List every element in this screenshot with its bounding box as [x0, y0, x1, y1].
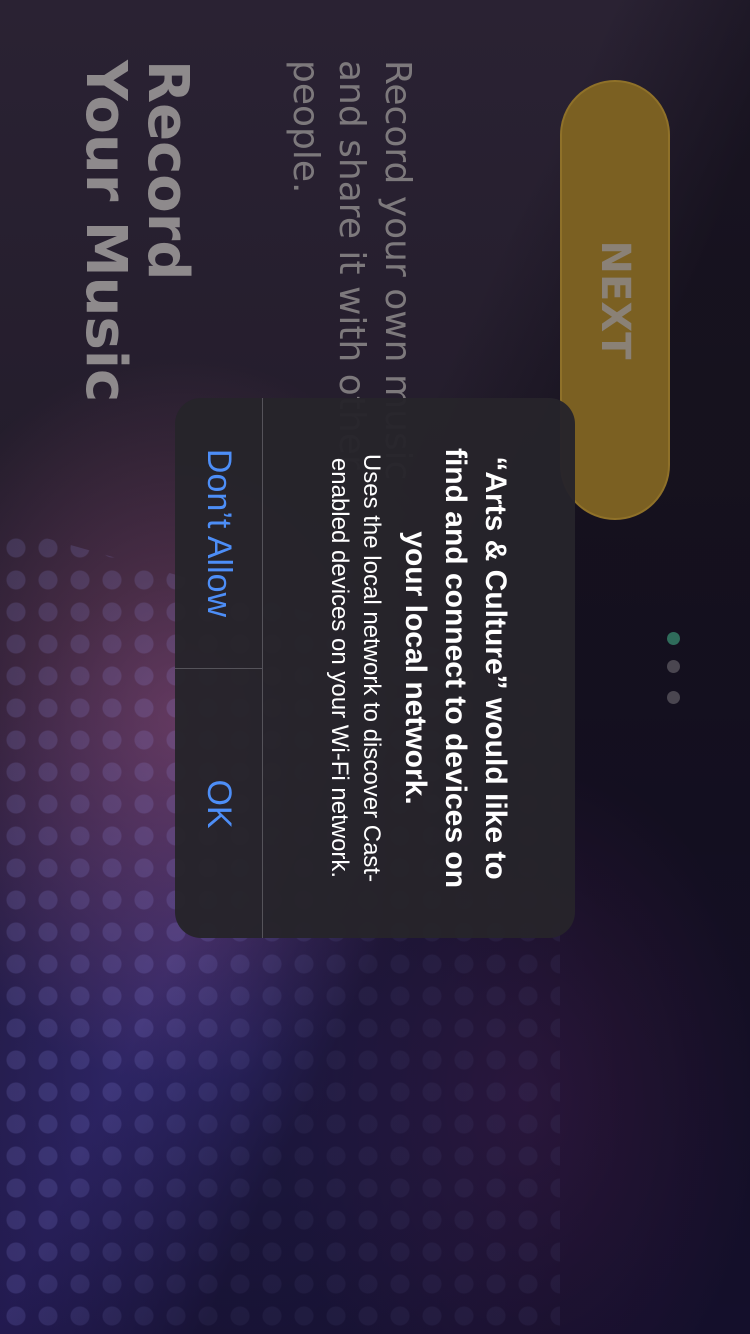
onboarding-rotated-layer: Record Your Music Record your own music …	[0, 0, 750, 1334]
next-button[interactable]: NEXT	[560, 80, 670, 520]
alert-message: Uses the local network to discover Cast-…	[326, 453, 385, 883]
page-indicator-dot-2[interactable]	[667, 660, 680, 673]
page-indicator-dot-3[interactable]	[667, 691, 680, 704]
page-indicator-dot-1[interactable]	[667, 632, 680, 645]
local-network-permission-alert: “Arts & Culture” would like to find and …	[175, 398, 575, 938]
app-screen: Record Your Music Record your own music …	[0, 0, 750, 1334]
ok-button[interactable]: OK	[175, 669, 262, 938]
dont-allow-button[interactable]: Don’t Allow	[175, 398, 262, 668]
alert-title: “Arts & Culture” would like to find and …	[399, 447, 512, 889]
alert-body: “Arts & Culture” would like to find and …	[263, 398, 575, 938]
